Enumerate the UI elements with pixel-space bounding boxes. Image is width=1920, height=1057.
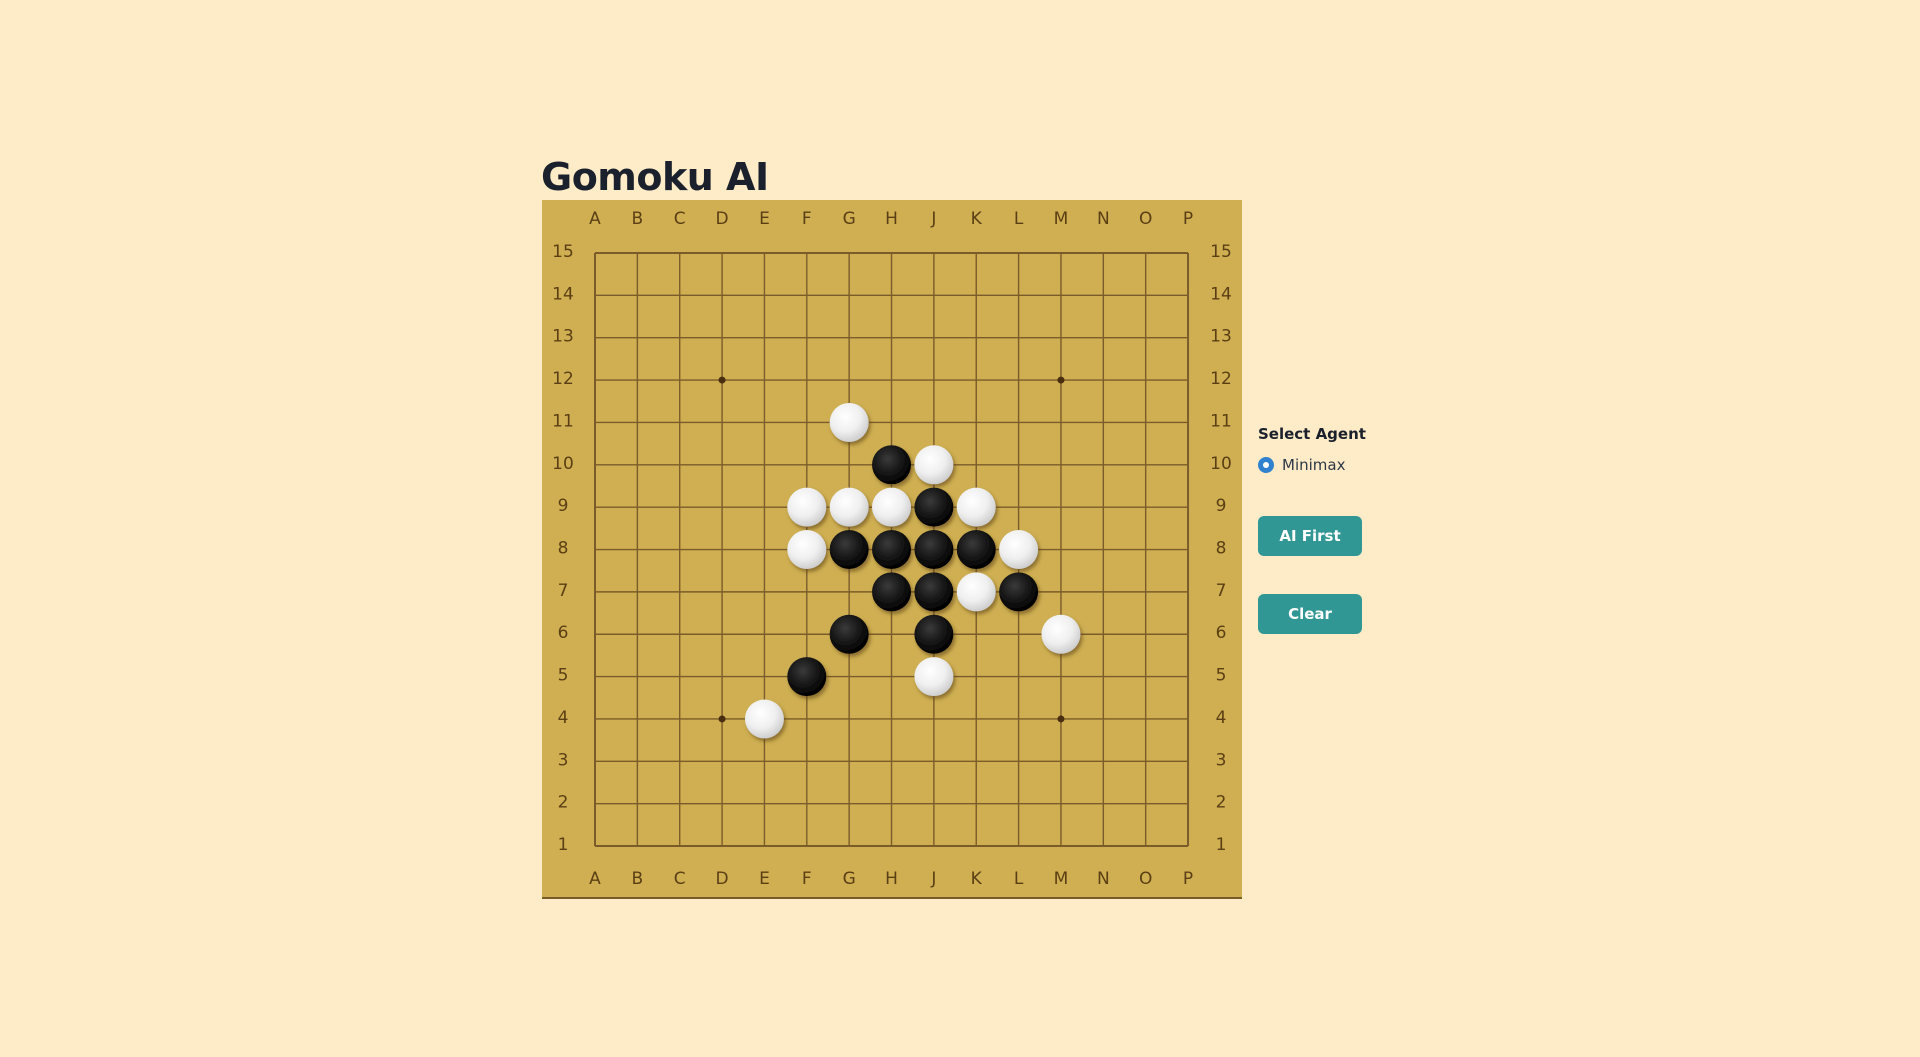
column-label-top: A	[589, 209, 601, 229]
row-label-left: 11	[552, 411, 574, 431]
row-label-right: 7	[1216, 581, 1227, 601]
row-label-right: 12	[1210, 369, 1232, 389]
column-label-top: O	[1139, 209, 1152, 229]
column-label-top: P	[1183, 209, 1193, 229]
white-stone	[914, 657, 954, 697]
star-point	[718, 376, 726, 384]
agent-option-minimax[interactable]: Minimax	[1258, 455, 1378, 475]
white-stone	[999, 530, 1039, 570]
black-stone	[999, 572, 1039, 612]
black-stone	[872, 572, 912, 612]
black-stone	[956, 530, 996, 570]
white-stone	[787, 487, 827, 527]
column-label-top: G	[843, 209, 856, 229]
row-label-right: 5	[1216, 666, 1227, 686]
column-label-top: K	[971, 209, 983, 229]
row-label-left: 14	[552, 284, 574, 304]
white-stone	[744, 699, 784, 739]
column-label-bottom: B	[632, 869, 644, 889]
column-label-bottom: C	[674, 869, 686, 889]
column-label-top: M	[1054, 209, 1069, 229]
column-label-bottom: K	[971, 869, 983, 889]
white-stone	[872, 487, 912, 527]
row-label-right: 11	[1210, 411, 1232, 431]
row-label-left: 10	[552, 454, 574, 474]
column-label-top: F	[802, 209, 812, 229]
star-point	[718, 715, 726, 723]
row-label-right: 2	[1216, 793, 1227, 813]
clear-button[interactable]: Clear	[1258, 594, 1362, 634]
column-label-bottom: N	[1097, 869, 1110, 889]
row-label-right: 3	[1216, 750, 1227, 770]
row-label-right: 4	[1216, 708, 1227, 728]
white-stone	[956, 487, 996, 527]
row-label-right: 6	[1216, 623, 1227, 643]
white-stone	[829, 402, 869, 442]
white-stone	[787, 530, 827, 570]
gomoku-board[interactable]: A A B B C C D D E E F F G G H H J J K K L L M M N N O O P P 15 15 14 14 13…	[542, 200, 1242, 899]
row-label-left: 15	[552, 242, 574, 262]
column-label-top: H	[885, 209, 898, 229]
black-stone	[829, 530, 869, 570]
black-stone	[829, 614, 869, 654]
black-stone	[914, 572, 954, 612]
row-label-right: 10	[1210, 454, 1232, 474]
black-stone	[914, 614, 954, 654]
black-stone	[872, 445, 912, 485]
select-agent-label: Select Agent	[1258, 425, 1366, 443]
ai-first-button[interactable]: AI First	[1258, 516, 1362, 556]
row-label-right: 1	[1216, 835, 1227, 855]
row-label-left: 6	[558, 623, 569, 643]
row-label-left: 4	[558, 708, 569, 728]
white-stone	[914, 445, 954, 485]
column-label-bottom: H	[885, 869, 898, 889]
column-label-bottom: L	[1014, 869, 1024, 889]
column-label-bottom: F	[802, 869, 812, 889]
column-label-top: N	[1097, 209, 1110, 229]
column-label-bottom: A	[589, 869, 601, 889]
black-stone	[914, 530, 954, 570]
star-point	[1057, 376, 1065, 384]
control-panel: Select Agent Minimax AI First Clear	[1258, 420, 1378, 634]
row-label-left: 5	[558, 666, 569, 686]
column-label-top: J	[930, 209, 936, 229]
white-stone	[1041, 614, 1081, 654]
column-label-top: E	[759, 209, 770, 229]
row-label-left: 2	[558, 793, 569, 813]
column-label-bottom: O	[1139, 869, 1152, 889]
column-label-top: B	[632, 209, 644, 229]
row-label-right: 14	[1210, 284, 1232, 304]
row-label-left: 8	[558, 539, 569, 559]
row-label-left: 3	[558, 750, 569, 770]
black-stone	[787, 657, 827, 697]
column-label-top: C	[674, 209, 686, 229]
column-label-bottom: J	[930, 869, 936, 889]
radio-selected-icon[interactable]	[1258, 457, 1274, 473]
column-label-bottom: P	[1183, 869, 1193, 889]
row-label-left: 1	[558, 835, 569, 855]
row-label-right: 15	[1210, 242, 1232, 262]
row-label-right: 9	[1216, 496, 1227, 516]
page-title: Gomoku AI	[541, 155, 769, 199]
column-label-bottom: E	[759, 869, 770, 889]
row-label-left: 9	[558, 496, 569, 516]
white-stone	[829, 487, 869, 527]
black-stone	[872, 530, 912, 570]
row-label-right: 8	[1216, 539, 1227, 559]
white-stone	[956, 572, 996, 612]
board-grid[interactable]: AABBCCDDEEFFGGHHJJKKLLMMNNOOPP15 1514 1413…	[542, 200, 1242, 897]
row-label-right: 13	[1210, 327, 1232, 347]
star-point	[1057, 715, 1065, 723]
column-label-top: L	[1014, 209, 1024, 229]
column-label-bottom: M	[1054, 869, 1069, 889]
row-label-left: 12	[552, 369, 574, 389]
agent-option-label: Minimax	[1282, 456, 1346, 474]
row-label-left: 13	[552, 327, 574, 347]
column-label-bottom: G	[843, 869, 856, 889]
column-label-bottom: D	[716, 869, 729, 889]
column-label-top: D	[716, 209, 729, 229]
black-stone	[914, 487, 954, 527]
row-label-left: 7	[558, 581, 569, 601]
